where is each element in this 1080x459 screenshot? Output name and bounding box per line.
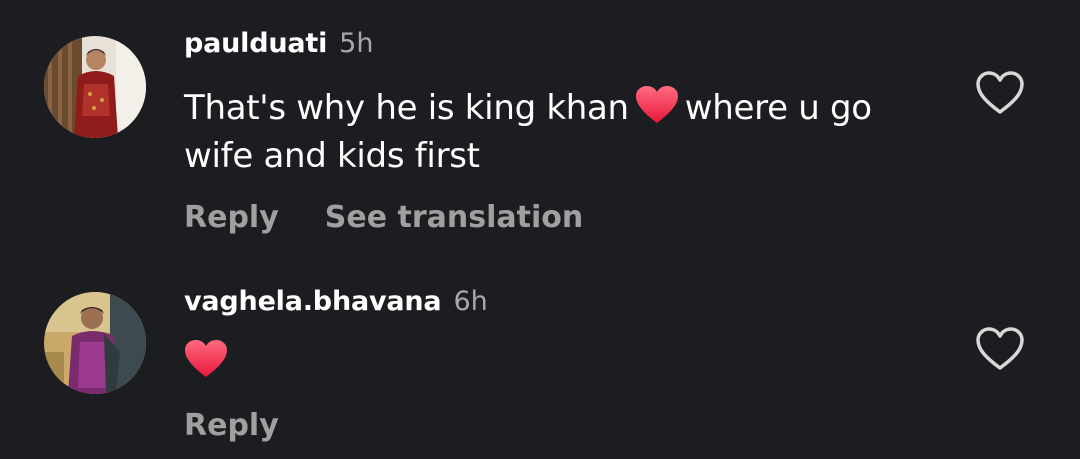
comment-item: vaghela.bhavana 6h Reply: [0, 260, 1080, 459]
comment-text: [184, 338, 940, 388]
heart-emoji: [184, 339, 228, 379]
comments-list: paulduati 5h That's why he is king khan w…: [0, 0, 1080, 459]
comment-item: paulduati 5h That's why he is king khan w…: [0, 0, 1080, 260]
comment-text-part: That's why he is king khan: [184, 88, 629, 128]
comment-body: vaghela.bhavana 6h Reply: [184, 286, 940, 443]
avatar[interactable]: [44, 292, 146, 394]
comment-actions: Reply See translation: [184, 200, 940, 235]
comment-text: That's why he is king khan where u go wif…: [184, 84, 940, 180]
comment-meta: paulduati 5h: [184, 28, 940, 68]
timestamp: 6h: [453, 286, 488, 317]
avatar-image: [44, 36, 146, 138]
avatar-image: [44, 292, 146, 394]
reply-button[interactable]: Reply: [184, 408, 279, 443]
username[interactable]: vaghela.bhavana: [184, 286, 442, 317]
heart-emoji: [635, 85, 679, 125]
heart-outline-icon: [976, 327, 1024, 370]
reply-button[interactable]: Reply: [184, 200, 279, 235]
see-translation-button[interactable]: See translation: [325, 200, 583, 235]
comment-body: paulduati 5h That's why he is king khan w…: [184, 28, 940, 235]
timestamp: 5h: [339, 28, 374, 59]
avatar[interactable]: [44, 36, 146, 138]
like-button[interactable]: [975, 326, 1025, 372]
like-button[interactable]: [975, 70, 1025, 116]
comment-meta: vaghela.bhavana 6h: [184, 286, 940, 326]
username[interactable]: paulduati: [184, 28, 327, 59]
comment-actions: Reply: [184, 408, 940, 443]
heart-outline-icon: [976, 71, 1024, 114]
